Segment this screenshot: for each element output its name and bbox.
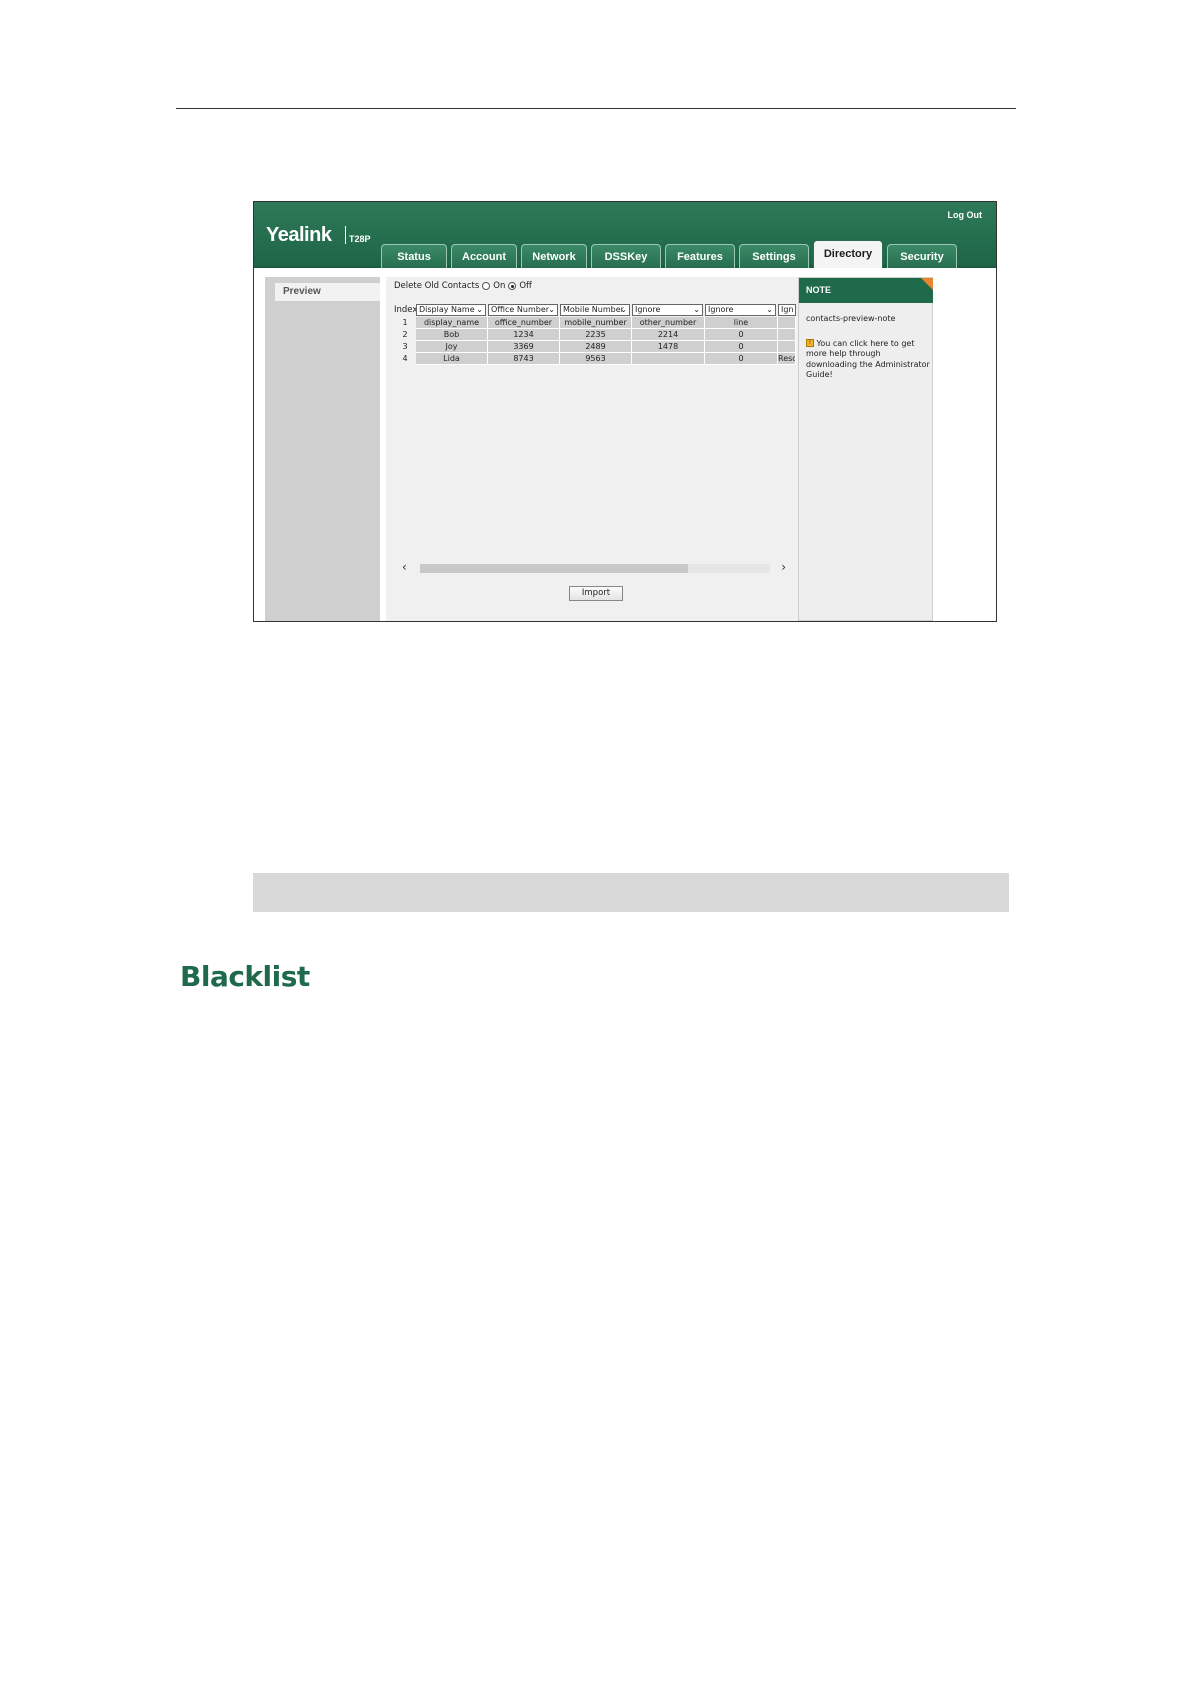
row-index: 2 (402, 330, 408, 339)
table-cell: other_number (632, 317, 705, 329)
scroll-left-icon[interactable]: ‹ (402, 560, 407, 574)
mapping-select-value: Display Name (419, 304, 475, 314)
note-key: contacts-preview-note (806, 314, 896, 323)
radio-on[interactable] (482, 282, 491, 290)
mapping-select[interactable]: Ign (778, 303, 796, 316)
radio-off[interactable] (508, 282, 517, 290)
note-panel: NOTE contacts-preview-note ! You can cli… (798, 277, 933, 621)
warning-icon: ! (806, 339, 814, 347)
section-heading: Blacklist (180, 960, 310, 993)
tab-status[interactable]: Status (381, 244, 447, 268)
horizontal-scrollbar[interactable]: ‹ › (398, 560, 786, 575)
radio-on-label: On (493, 281, 506, 291)
table-cell: 1234 (488, 329, 560, 341)
tab-directory[interactable]: Directory (813, 240, 883, 270)
import-preview-panel: Delete Old Contacts On Off Index Display… (386, 277, 830, 621)
table-cell (778, 341, 796, 353)
tab-security[interactable]: Security (887, 244, 957, 268)
logo-separator (345, 226, 346, 244)
table-cell: 0 (705, 353, 778, 365)
web-ui-screenshot: Yealink T28P Log Out Status Account Netw… (253, 201, 997, 622)
table-cell: display_name (416, 317, 488, 329)
scroll-thumb[interactable] (420, 564, 688, 573)
chevron-down-icon: ⌄ (620, 304, 627, 314)
contacts-preview-table: 1 display_name office_number mobile_numb… (394, 317, 796, 365)
field-mapping-row: Index Display Name ⌄ Office Number ⌄ Mobil… (394, 303, 798, 316)
table-cell (778, 317, 796, 329)
scroll-right-icon[interactable]: › (781, 560, 786, 574)
scroll-track[interactable] (420, 564, 770, 573)
table-cell: 2235 (560, 329, 632, 341)
mapping-select-value: Ign (781, 304, 794, 314)
table-cell: office_number (488, 317, 560, 329)
table-cell: 9563 (560, 353, 632, 365)
mapping-select-value: Ignore (708, 304, 734, 314)
note-body: contacts-preview-note ! You can click he… (806, 314, 930, 381)
table-cell: 8743 (488, 353, 560, 365)
table-cell: 2214 (632, 329, 705, 341)
table-cell (632, 353, 705, 365)
chevron-down-icon: ⌄ (476, 304, 483, 314)
note-corner-icon (921, 278, 933, 290)
row-index: 3 (402, 342, 408, 351)
mapping-select-value: Mobile Number (563, 304, 624, 314)
note-help[interactable]: ! You can click here to get more help th… (806, 339, 930, 381)
table-cell (778, 329, 796, 341)
header-bar: Yealink T28P Log Out Status Account Netw… (254, 202, 996, 270)
note-header: NOTE (799, 278, 933, 303)
tab-settings[interactable]: Settings (739, 244, 809, 268)
tab-features[interactable]: Features (665, 244, 735, 268)
mapping-select[interactable]: Ignore ⌄ (632, 303, 703, 316)
index-header: Index (394, 304, 418, 315)
mapping-select-value: Office Number (491, 304, 550, 314)
tab-dsskey[interactable]: DSSKey (591, 244, 661, 268)
table-row: 3 Joy 3369 2489 1478 0 (394, 341, 796, 353)
note-title: NOTE (806, 285, 832, 295)
mapping-select[interactable]: Office Number ⌄ (488, 303, 558, 316)
table-cell: 3369 (488, 341, 560, 353)
row-index: 4 (402, 354, 408, 363)
mapping-select[interactable]: Mobile Number ⌄ (560, 303, 630, 316)
tab-account[interactable]: Account (451, 244, 517, 268)
mapping-select[interactable]: Ignore ⌄ (705, 303, 776, 316)
mapping-select-value: Ignore (635, 304, 661, 314)
delete-old-contacts-row: Delete Old Contacts On Off (394, 281, 532, 291)
table-cell: mobile_number (560, 317, 632, 329)
table-cell: line (705, 317, 778, 329)
brand-logo: Yealink (266, 224, 332, 246)
logout-link[interactable]: Log Out (948, 210, 983, 220)
gray-note-bar (253, 873, 1009, 912)
note-help-text[interactable]: You can click here to get more help thro… (806, 339, 930, 380)
sidebar-item-preview[interactable]: Preview (275, 283, 380, 301)
chevron-down-icon: ⌄ (766, 304, 773, 314)
table-cell: Bob (416, 329, 488, 341)
table-cell: Lida (416, 353, 488, 365)
import-button[interactable]: Import (569, 586, 623, 601)
row-index: 1 (402, 318, 408, 327)
table-cell: 0 (705, 341, 778, 353)
table-cell: 2489 (560, 341, 632, 353)
sidebar: Preview (265, 277, 380, 621)
table-row: 2 Bob 1234 2235 2214 0 (394, 329, 796, 341)
table-cell: Joy (416, 341, 488, 353)
table-row: 4 Lida 8743 9563 0 Reso (394, 353, 796, 365)
mapping-select[interactable]: Display Name ⌄ (416, 303, 486, 316)
table-cell: Reso (778, 353, 796, 365)
table-cell: 0 (705, 329, 778, 341)
delete-old-contacts-label: Delete Old Contacts (394, 281, 480, 291)
table-row: 1 display_name office_number mobile_numb… (394, 317, 796, 329)
tab-network[interactable]: Network (521, 244, 587, 268)
model-label: T28P (349, 234, 371, 244)
page-header-rule (176, 108, 1016, 109)
chevron-down-icon: ⌄ (548, 304, 555, 314)
chevron-down-icon: ⌄ (693, 304, 700, 314)
content-area: Preview Delete Old Contacts On Off Index… (254, 268, 996, 621)
table-cell: 1478 (632, 341, 705, 353)
radio-off-label: Off (519, 281, 532, 291)
